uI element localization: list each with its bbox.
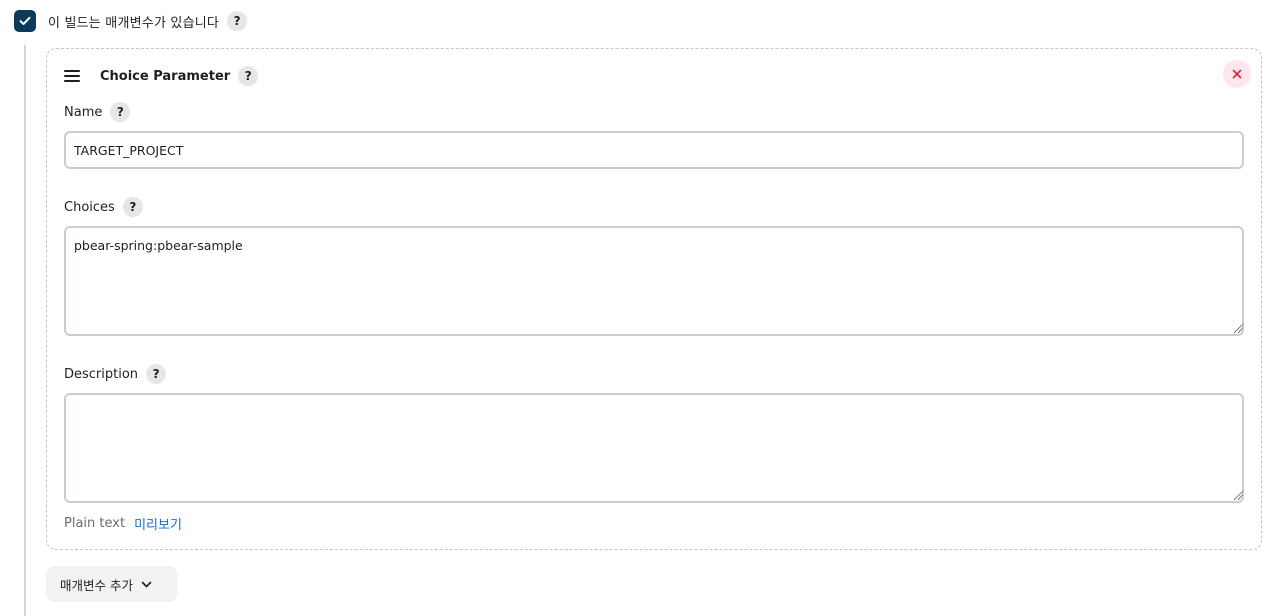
- choices-textarea-wrap: pbear-spring:pbear-sample: [47, 226, 1263, 336]
- name-label: Name: [64, 104, 103, 120]
- delete-parameter-button[interactable]: [1223, 60, 1251, 88]
- drag-handle-icon[interactable]: [64, 69, 82, 83]
- help-icon[interactable]: ?: [238, 66, 259, 86]
- build-parameters-section: 이 빌드는 매개변수가 있습니다 ? Choice Parameter ? Na…: [0, 0, 1278, 616]
- params-toggle-label: 이 빌드는 매개변수가 있습니다: [48, 15, 220, 31]
- add-parameter-button[interactable]: 매개변수 추가: [46, 566, 177, 602]
- help-icon[interactable]: ?: [110, 102, 131, 122]
- description-textarea[interactable]: [64, 393, 1244, 503]
- choices-field-label-row: Choices ?: [64, 197, 143, 217]
- params-toggle-row: 이 빌드는 매개변수가 있습니다 ?: [14, 10, 248, 32]
- name-field-label-row: Name ?: [64, 102, 131, 122]
- description-textarea-wrap: [47, 393, 1263, 503]
- card-title: Choice Parameter: [100, 68, 231, 84]
- help-icon[interactable]: ?: [146, 364, 167, 384]
- checkmark-icon: [19, 16, 31, 25]
- choices-textarea[interactable]: pbear-spring:pbear-sample: [64, 226, 1244, 336]
- choices-label: Choices: [64, 199, 115, 215]
- format-label: Plain text: [64, 515, 126, 531]
- params-checkbox[interactable]: [14, 10, 36, 32]
- help-icon[interactable]: ?: [122, 197, 143, 217]
- description-format-note: Plain text 미리보기: [64, 513, 182, 533]
- description-field-label-row: Description ?: [64, 364, 167, 384]
- add-parameter-label: 매개변수 추가: [60, 577, 133, 593]
- nested-section-line: [24, 45, 26, 616]
- choice-parameter-card: Choice Parameter ? Name ? Choices ? pbea…: [46, 48, 1262, 550]
- description-label: Description: [64, 366, 139, 382]
- preview-link[interactable]: 미리보기: [134, 514, 182, 533]
- close-icon: [1232, 69, 1242, 79]
- help-icon[interactable]: ?: [227, 11, 248, 31]
- chevron-down-icon: [141, 581, 152, 588]
- name-input[interactable]: [64, 131, 1244, 169]
- card-header: Choice Parameter ?: [64, 65, 259, 87]
